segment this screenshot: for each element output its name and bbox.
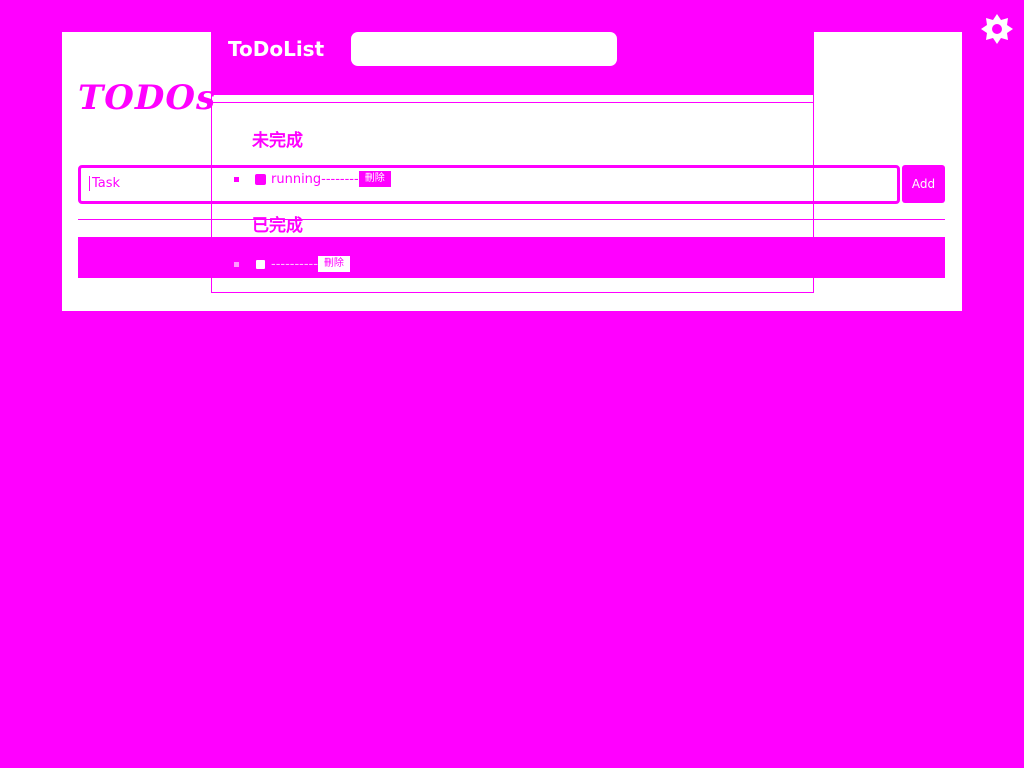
- todolist-search-input[interactable]: [351, 32, 617, 66]
- todolist-title: ToDoList: [228, 37, 325, 61]
- page: TODOs Add ToDoList 未完成 running-------- 刪…: [0, 0, 1024, 768]
- delete-button[interactable]: 刪除: [317, 256, 350, 272]
- header-underline: [212, 95, 813, 103]
- list-item: ---------- 刪除: [234, 255, 634, 273]
- bullet-icon: [234, 176, 239, 182]
- todo-text: running--------: [271, 171, 359, 187]
- pending-heading: 未完成: [252, 131, 303, 151]
- todolist-panel: ToDoList 未完成 running-------- 刪除 已完成 ----…: [211, 32, 814, 293]
- list-item: running-------- 刪除: [234, 170, 634, 188]
- todos-logo: TODOs: [78, 78, 217, 118]
- done-heading: 已完成: [252, 216, 303, 236]
- add-button[interactable]: Add: [902, 165, 945, 203]
- todo-checkbox[interactable]: [255, 258, 266, 270]
- delete-button[interactable]: 刪除: [357, 170, 392, 188]
- bullet-icon: [234, 261, 239, 267]
- todo-text: ----------: [271, 256, 318, 272]
- todo-checkbox[interactable]: [255, 173, 266, 185]
- todolist-header: ToDoList: [212, 32, 813, 95]
- badge-icon[interactable]: [980, 12, 1014, 46]
